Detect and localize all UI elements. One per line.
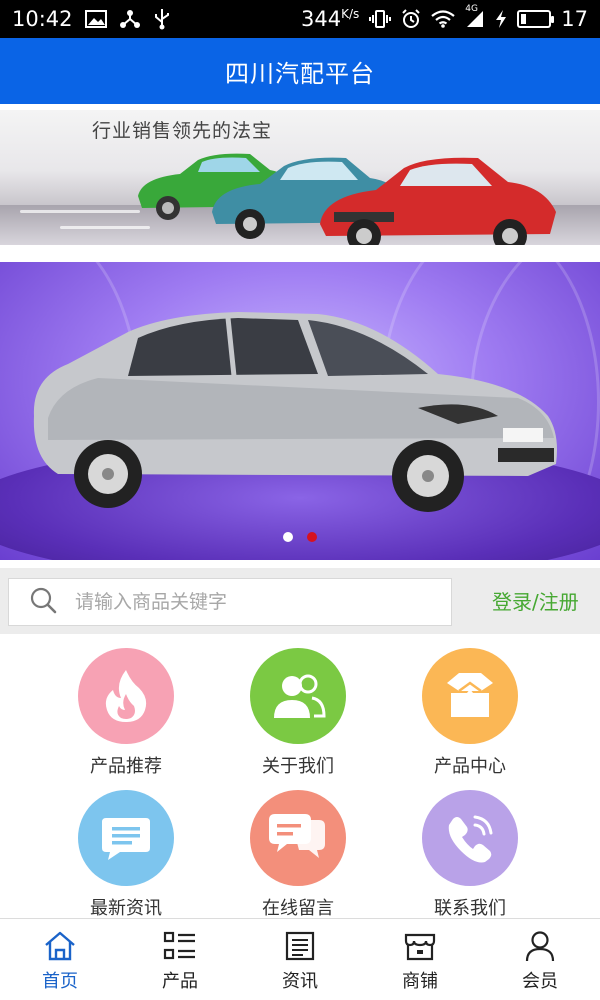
grid-label: 最新资讯: [90, 898, 162, 919]
nav-label: 会员: [522, 971, 558, 992]
image-icon: [84, 10, 107, 28]
nav-item-products[interactable]: 产品: [120, 919, 240, 1000]
home-icon: [44, 929, 76, 963]
chat-bubbles-icon: [250, 790, 346, 886]
search-input[interactable]: [75, 579, 451, 625]
grid-label: 联系我们: [434, 898, 506, 919]
grid-item-product-center[interactable]: 产品中心: [400, 648, 540, 778]
vibrate-icon: [369, 9, 392, 29]
status-bar: 10:42 344K/s 4G 17: [0, 0, 600, 38]
phone-icon: [422, 790, 518, 886]
hero-carousel[interactable]: [0, 262, 600, 560]
network-speed: 344K/s: [301, 7, 360, 31]
user-icon: [525, 929, 555, 963]
nav-item-home[interactable]: 首页: [0, 919, 120, 1000]
document-icon: [285, 929, 315, 963]
flame-icon: [78, 648, 174, 744]
feature-grid: 产品推荐 关于我们 产品中心 最新资讯 在线留言 联系我们: [0, 634, 600, 920]
nav-label: 商铺: [402, 971, 438, 992]
carousel-dot-active[interactable]: [307, 532, 317, 542]
carousel-indicators: [0, 532, 600, 542]
nav-label: 资讯: [282, 971, 318, 992]
nav-label: 首页: [42, 971, 78, 992]
status-time: 10:42: [12, 7, 73, 31]
usb-icon: [153, 8, 171, 30]
nav-label: 产品: [162, 971, 198, 992]
grid-label: 产品中心: [434, 756, 506, 777]
sedan-illustration: [33, 312, 558, 512]
carousel-dot[interactable]: [283, 532, 293, 542]
message-icon: [78, 790, 174, 886]
search-field[interactable]: [8, 578, 452, 626]
bottom-nav: 首页 产品 资讯 商铺 会员: [0, 918, 600, 1000]
store-icon: [404, 929, 436, 963]
login-register-link[interactable]: 登录/注册: [492, 586, 579, 615]
grid-item-product-recommend[interactable]: 产品推荐: [56, 648, 196, 778]
grid-item-latest-news[interactable]: 最新资讯: [56, 790, 196, 920]
box-icon: [422, 648, 518, 744]
alarm-icon: [401, 9, 421, 29]
grid-item-about-us[interactable]: 关于我们: [228, 648, 368, 778]
people-icon: [250, 648, 346, 744]
search-bar: 登录/注册: [0, 568, 600, 634]
grid-label: 产品推荐: [90, 756, 162, 777]
battery-icon: [517, 10, 555, 28]
battery-level: 17: [561, 7, 588, 31]
charging-icon: [495, 9, 507, 29]
share-icon: [119, 9, 141, 29]
list-icon: [163, 929, 197, 963]
nav-item-member[interactable]: 会员: [480, 919, 600, 1000]
grid-label: 关于我们: [262, 756, 334, 777]
grid-item-online-message[interactable]: 在线留言: [228, 790, 368, 920]
search-icon: [29, 586, 57, 618]
nav-item-store[interactable]: 商铺: [360, 919, 480, 1000]
grid-label: 在线留言: [262, 898, 334, 919]
promo-banner[interactable]: 行业销售领先的法宝: [0, 110, 600, 245]
nav-item-news[interactable]: 资讯: [240, 919, 360, 1000]
page-title: 四川汽配平台: [225, 59, 375, 88]
app-header: 四川汽配平台: [0, 38, 600, 104]
signal-4g-icon: 4G: [465, 4, 485, 28]
wifi-icon: [431, 10, 455, 28]
grid-item-contact-us[interactable]: 联系我们: [400, 790, 540, 920]
three-cars-illustration: [138, 153, 556, 245]
